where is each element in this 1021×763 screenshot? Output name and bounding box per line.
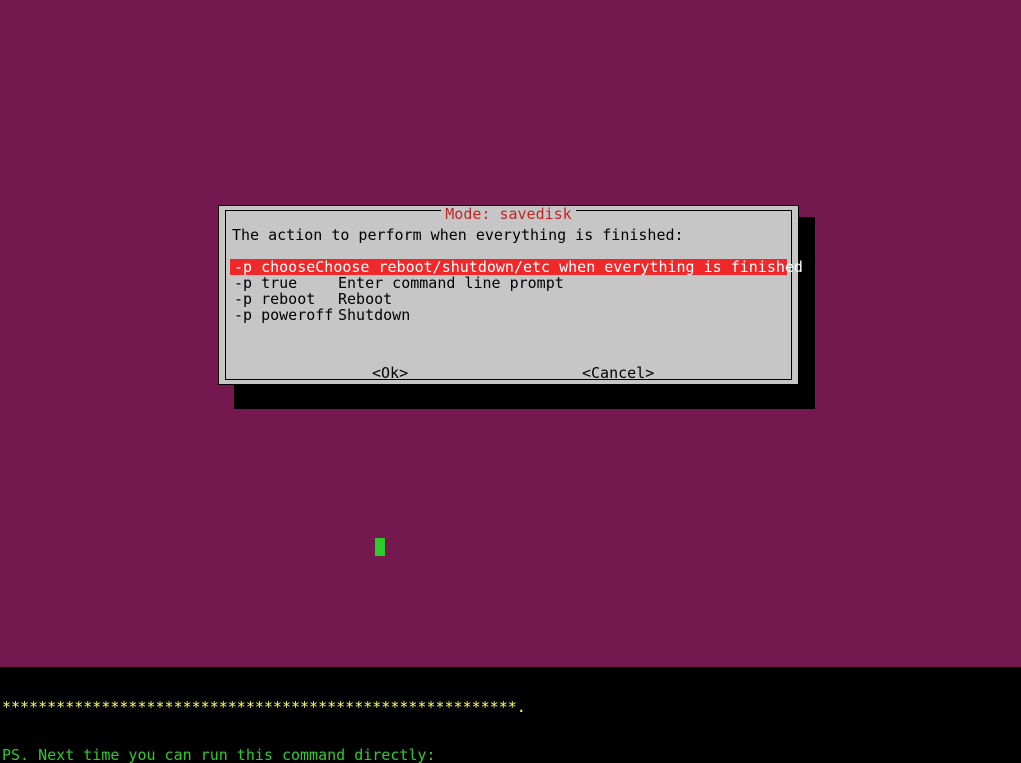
option-desc: Shutdown	[338, 307, 783, 323]
option-flag: -p true	[234, 275, 338, 291]
terminal-line: PS. Next time you can run this command d…	[2, 747, 1019, 763]
option-flag: -p poweroff	[234, 307, 338, 323]
option-p-choose[interactable]: -p choose Choose reboot/shutdown/etc whe…	[230, 259, 787, 275]
option-flag: -p reboot	[234, 291, 338, 307]
tui-dialog: Mode: savedisk The action to perform whe…	[218, 205, 799, 385]
terminal-output: ****************************************…	[0, 667, 1021, 763]
terminal-cursor-icon	[375, 538, 385, 556]
option-desc: Choose reboot/shutdown/etc when everythi…	[315, 259, 803, 275]
dialog-frame: Mode: savedisk The action to perform whe…	[225, 210, 792, 380]
screen: Mode: savedisk The action to perform whe…	[0, 0, 1021, 763]
terminal-line: ****************************************…	[2, 699, 1019, 715]
dialog-title: Mode: savedisk	[441, 206, 575, 222]
dialog-prompt: The action to perform when everything is…	[230, 225, 787, 249]
option-p-reboot[interactable]: -p reboot Reboot	[230, 291, 787, 307]
ok-button[interactable]: <Ok>	[372, 365, 408, 381]
dialog-body: The action to perform when everything is…	[230, 225, 787, 323]
dialog-options: -p choose Choose reboot/shutdown/etc whe…	[230, 259, 787, 323]
option-p-true[interactable]: -p true Enter command line prompt	[230, 275, 787, 291]
option-desc: Reboot	[338, 291, 783, 307]
dialog-title-wrap: Mode: savedisk	[226, 206, 791, 222]
cancel-button[interactable]: <Cancel>	[582, 365, 654, 381]
option-desc: Enter command line prompt	[338, 275, 783, 291]
option-flag: -p choose	[234, 259, 315, 275]
desktop-background: Mode: savedisk The action to perform whe…	[0, 0, 1021, 667]
option-p-poweroff[interactable]: -p poweroff Shutdown	[230, 307, 787, 323]
